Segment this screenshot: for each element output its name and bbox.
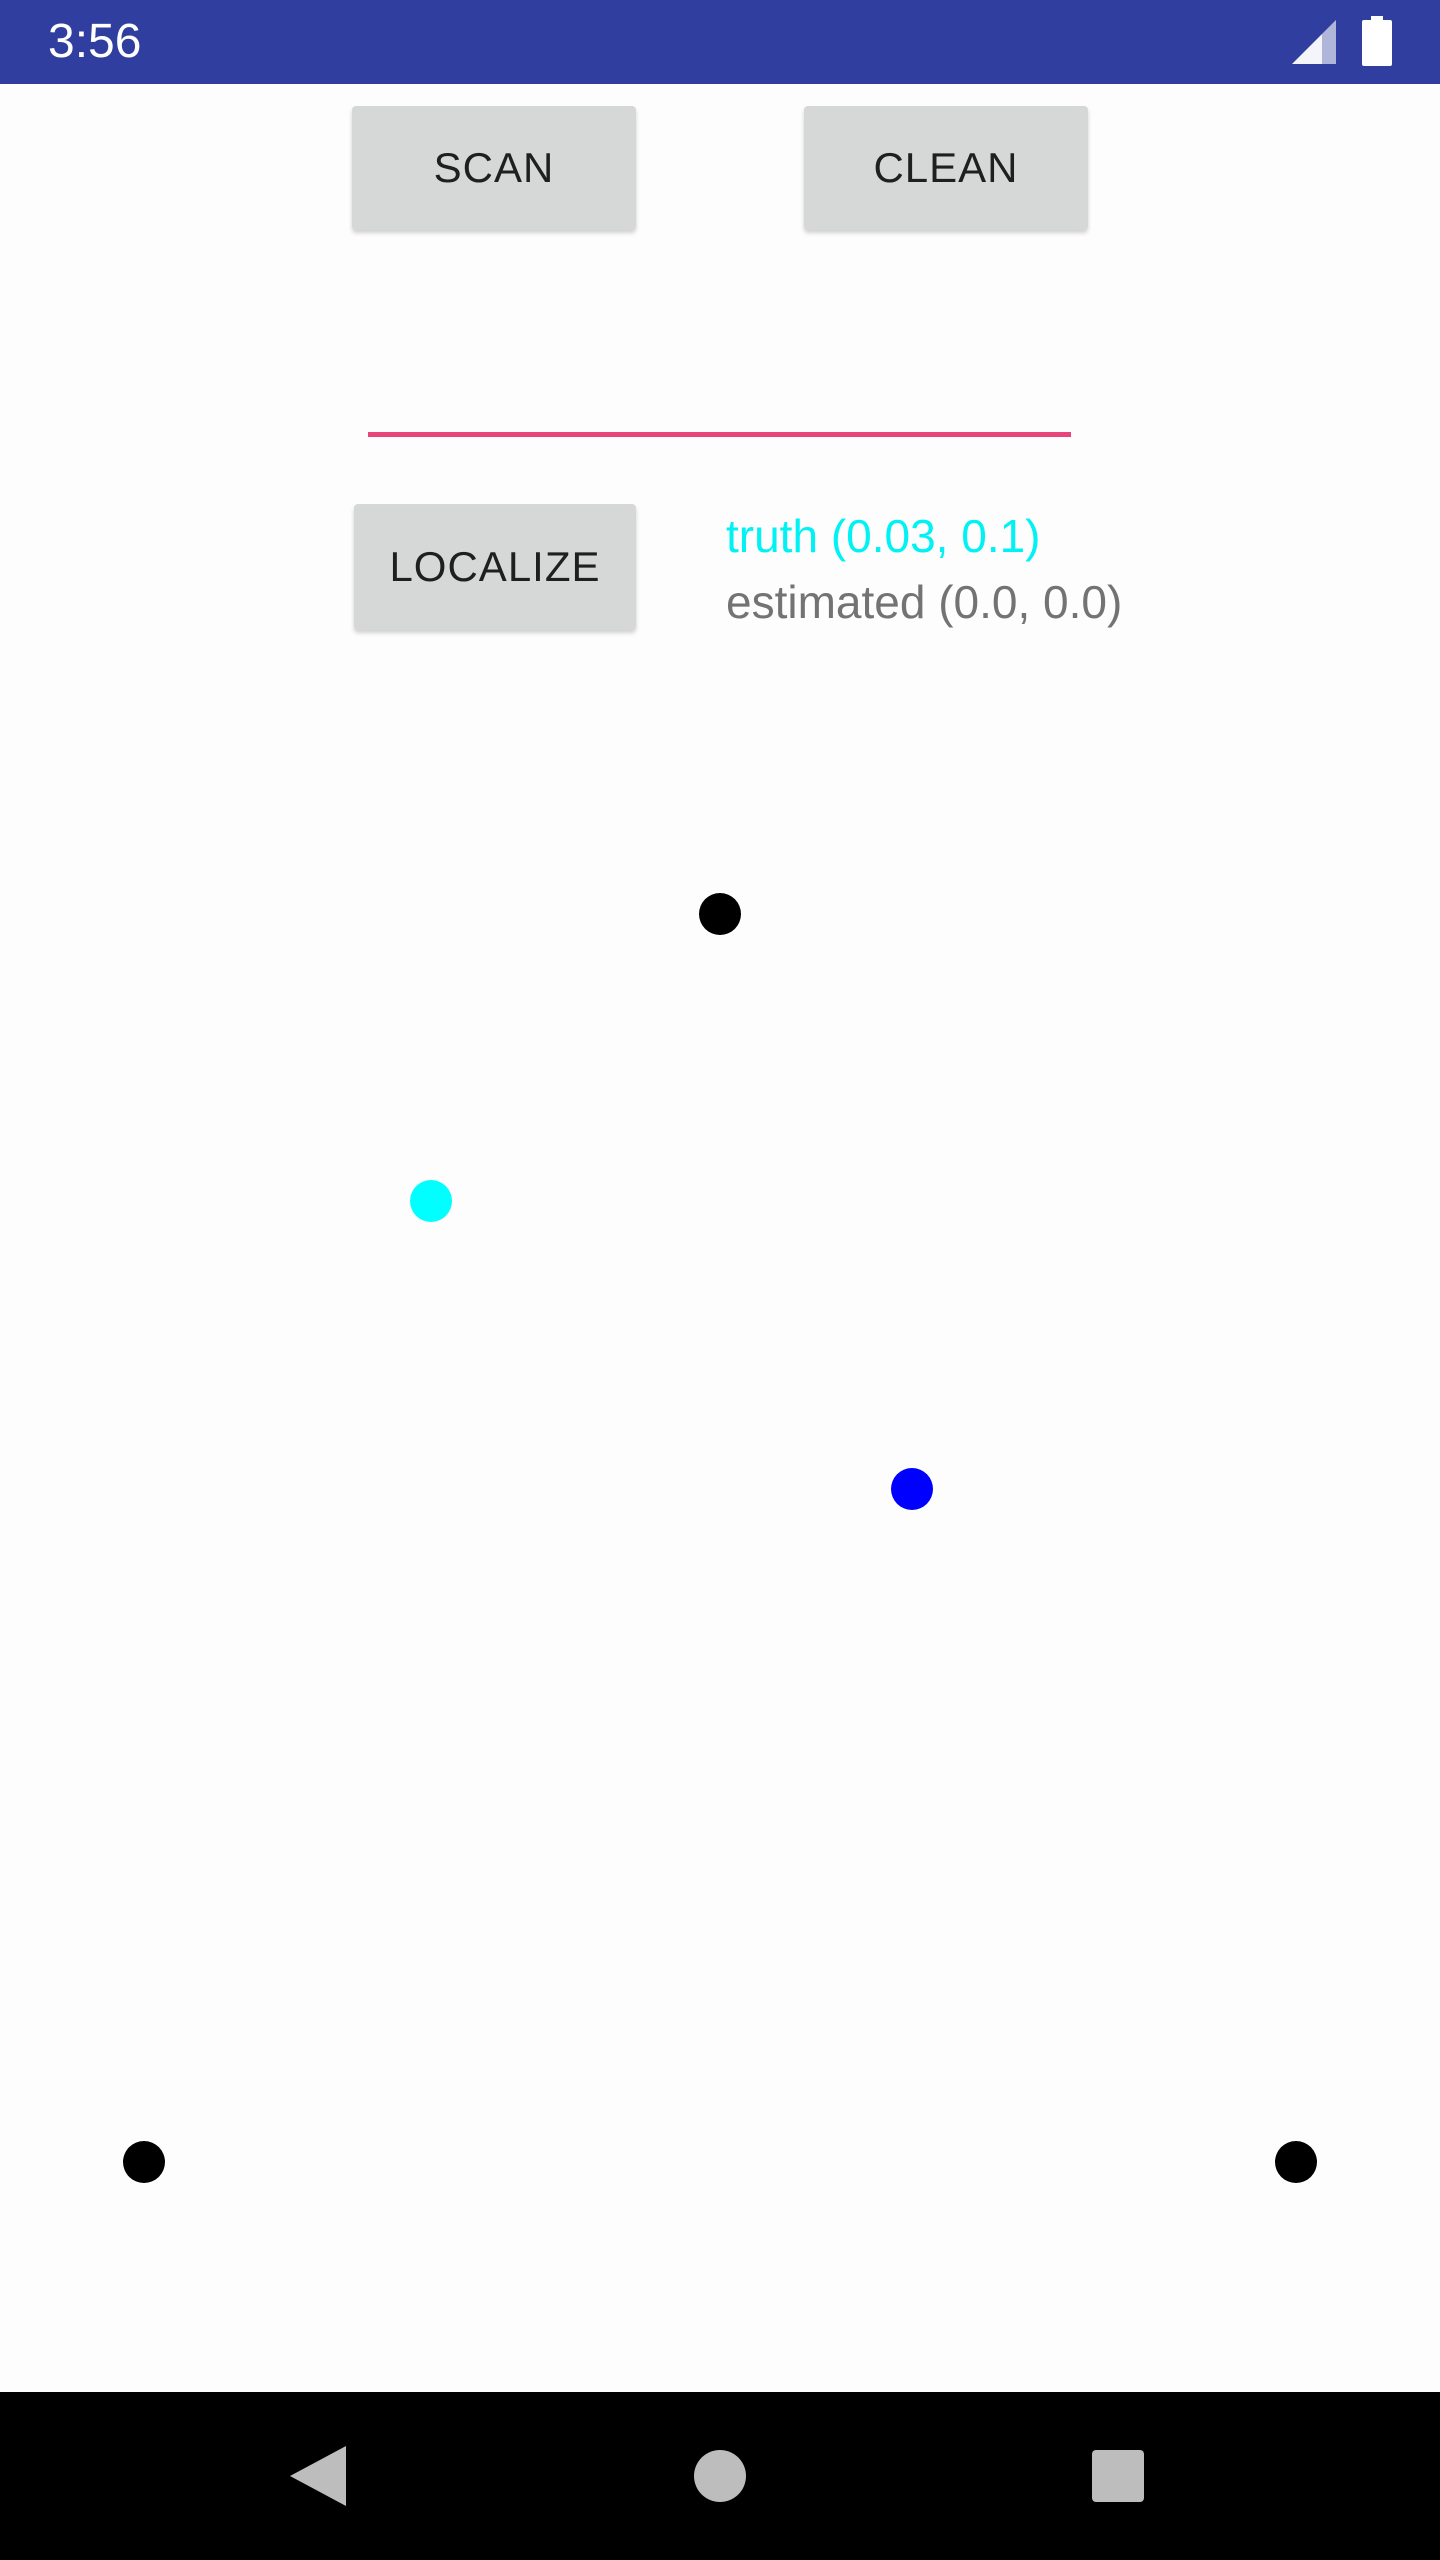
truth-position-label: truth (0.03, 0.1): [726, 510, 1041, 562]
localization-map: [0, 640, 1440, 2390]
recents-icon[interactable]: [1092, 2450, 1144, 2502]
status-time: 3:56: [48, 15, 142, 68]
screen: 3:56 SCAN CLEAN LOCALIZE truth (0.03, 0.…: [0, 0, 1440, 2560]
navigation-bar: [0, 2392, 1440, 2560]
back-icon[interactable]: [290, 2446, 346, 2506]
truth-dot: [410, 1180, 452, 1222]
signal-icon: [1292, 20, 1336, 64]
status-bar: 3:56: [0, 0, 1440, 84]
localize-button[interactable]: LOCALIZE: [354, 504, 636, 630]
scan-button[interactable]: SCAN: [352, 106, 636, 230]
anchor-dot-right: [1275, 2141, 1317, 2183]
text-input[interactable]: [368, 330, 1071, 437]
battery-icon: [1362, 16, 1392, 66]
home-icon[interactable]: [694, 2450, 746, 2502]
estimated-dot: [891, 1468, 933, 1510]
estimated-position-label: estimated (0.0, 0.0): [726, 576, 1123, 628]
anchor-dot-left: [123, 2141, 165, 2183]
anchor-dot-top: [699, 893, 741, 935]
clean-button[interactable]: CLEAN: [804, 106, 1088, 230]
